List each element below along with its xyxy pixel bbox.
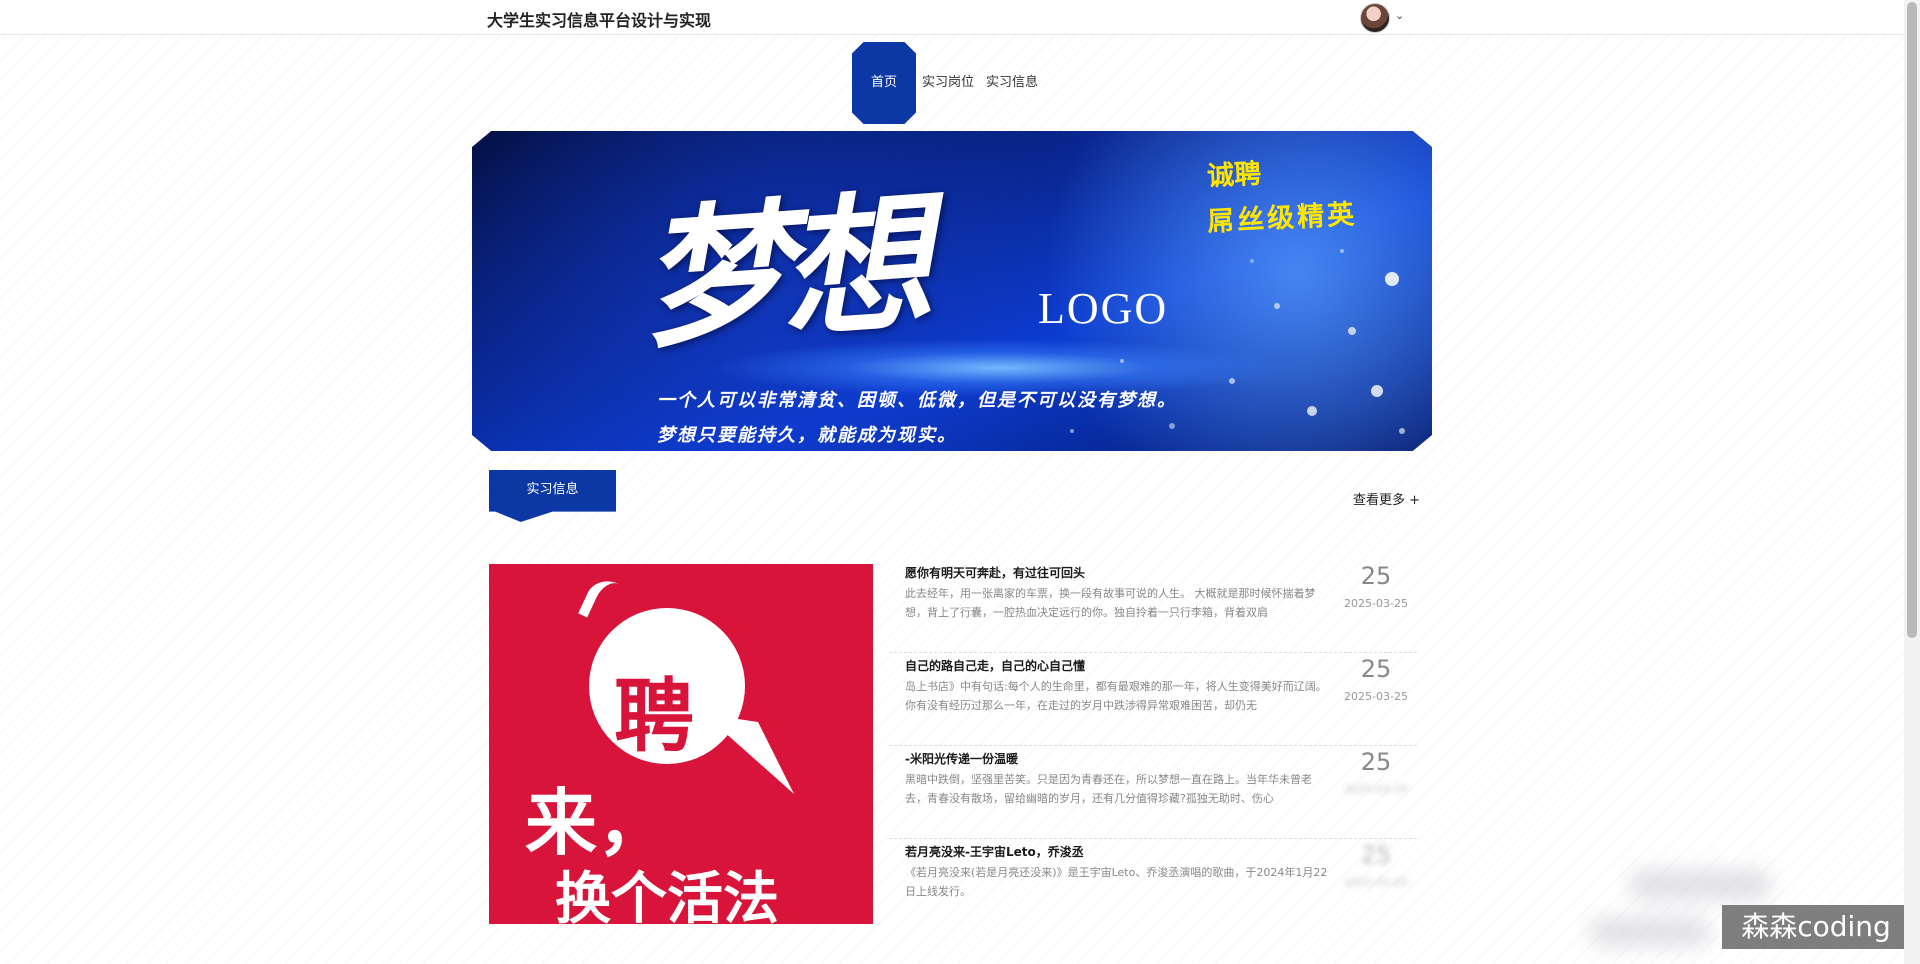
news-day: 25 xyxy=(1360,562,1392,590)
news-title[interactable]: 若月亮没来-王宇宙Leto，乔浚丞 xyxy=(905,843,1325,860)
news-summary: 此去经年，用一张离家的车票，换一段有故事可说的人生。 大概就是那时候怀揣着梦想，… xyxy=(905,587,1316,619)
news-date: 2025-03-25 xyxy=(1344,690,1408,703)
watermark: 森森coding xyxy=(1722,905,1910,949)
news-day: 25 xyxy=(1360,748,1392,776)
news-day: 25 xyxy=(1360,841,1392,869)
banner-logo-text: LOGO xyxy=(1038,284,1169,333)
recruitment-promo-image[interactable]: 聘 来， 换个活法 xyxy=(489,564,873,924)
news-list: 愿你有明天可奔赴，有过往可回头 此去经年，用一张离家的车票，换一段有故事可说的人… xyxy=(889,560,1417,931)
user-avatar[interactable] xyxy=(1360,3,1390,33)
promo-hire-character: 聘 xyxy=(614,669,694,763)
news-title[interactable]: 愿你有明天可奔赴，有过往可回头 xyxy=(905,564,1325,581)
banner-headline: 梦想 xyxy=(635,174,927,370)
news-date: 2025-03-25 xyxy=(1344,876,1408,889)
news-summary: 黑暗中跌倒，坚强里苦笑。只是因为青春还在，所以梦想一直在路上。当年华未曾老去，青… xyxy=(905,773,1312,805)
news-item[interactable]: -米阳光传递一份温暖 黑暗中跌倒，坚强里苦笑。只是因为青春还在，所以梦想一直在路… xyxy=(889,746,1417,839)
nav-item-internship-info[interactable]: 实习信息 xyxy=(980,42,1044,124)
banner-elite-text: 屌丝级精英 xyxy=(1206,199,1358,238)
blurred-overlay xyxy=(1630,870,1770,900)
promo-bubble-tail xyxy=(704,714,794,794)
news-summary: 岛上书店》中有句话:每个人的生命里，都有最艰难的那一年，将人生变得美好而辽阔。 … xyxy=(905,680,1327,712)
scrollbar-thumb[interactable] xyxy=(1907,2,1917,638)
news-item[interactable]: 愿你有明天可奔赴，有过往可回头 此去经年，用一张离家的车票，换一段有故事可说的人… xyxy=(889,560,1417,653)
nav-item-home[interactable]: 首页 xyxy=(852,42,916,124)
news-summary: 《若月亮没来(若是月亮还没来)》是王宇宙Leto、乔浚丞演唱的歌曲，于2024年… xyxy=(905,866,1328,898)
hero-banner[interactable]: 梦想 LOGO 诚聘 屌丝级精英 一个人可以非常清贫、困顿、低微，但是不可以没有… xyxy=(472,131,1432,451)
section-title-tab: 实习信息 xyxy=(489,470,616,522)
nav-item-internship-positions[interactable]: 实习岗位 xyxy=(916,42,980,124)
news-item[interactable]: 若月亮没来-王宇宙Leto，乔浚丞 《若月亮没来(若是月亮还没来)》是王宇宙Le… xyxy=(889,839,1417,931)
news-day: 25 xyxy=(1360,655,1392,683)
chevron-down-icon[interactable]: ⌄ xyxy=(1395,9,1404,22)
news-title[interactable]: -米阳光传递一份温暖 xyxy=(905,750,1325,767)
news-item[interactable]: 自己的路自己走，自己的心自己懂 岛上书店》中有句话:每个人的生命里，都有最艰难的… xyxy=(889,653,1417,746)
vertical-scrollbar[interactable] xyxy=(1904,0,1920,964)
news-title[interactable]: 自己的路自己走，自己的心自己懂 xyxy=(905,657,1325,674)
top-bar: 大学生实习信息平台设计与实现 ⌄ xyxy=(0,0,1904,35)
banner-hire-text: 诚聘 xyxy=(1206,158,1262,193)
banner-slogan-line1: 一个人可以非常清贫、困顿、低微，但是不可以没有梦想。 xyxy=(657,390,1177,411)
news-date: 2025-03-25 xyxy=(1344,597,1408,610)
banner-slogan-line2: 梦想只要能持久，就能成为现实。 xyxy=(657,425,957,446)
main-nav: 首页 实习岗位 实习信息 xyxy=(852,42,1044,124)
promo-change-text: 换个活法 xyxy=(555,866,779,924)
site-title[interactable]: 大学生实习信息平台设计与实现 xyxy=(487,7,711,31)
news-date: 2025-03-25 xyxy=(1344,783,1408,796)
blurred-overlay xyxy=(1590,918,1710,946)
view-more-link[interactable]: 查看更多 + xyxy=(1353,489,1420,508)
